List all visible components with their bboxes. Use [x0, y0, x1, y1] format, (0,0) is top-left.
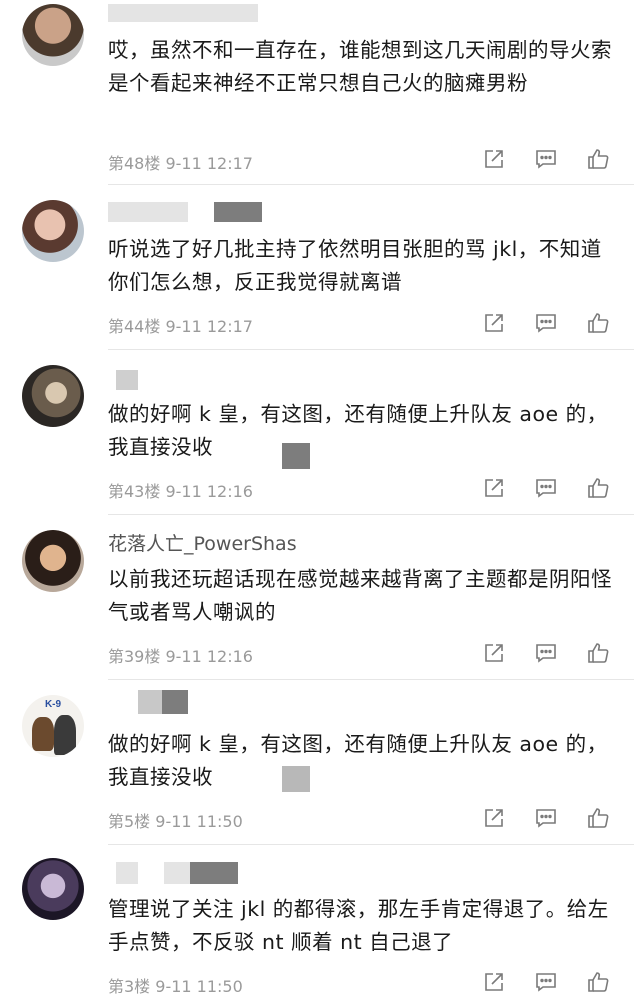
comment-item: 管理说了关注 jkl 的都得滚，那左手肯定得退了。给左手点赞，不反驳 nt 顺着… [0, 0, 634, 1000]
thumbs-up-icon[interactable] [586, 970, 610, 994]
comment-text: 管理说了关注 jkl 的都得滚，那左手肯定得退了。给左手点赞，不反驳 nt 顺着… [108, 897, 609, 954]
avatar[interactable] [22, 858, 84, 920]
username-blur [190, 862, 238, 884]
share-icon[interactable] [482, 970, 506, 994]
username-blur [164, 862, 190, 884]
timestamp: 9-11 11:50 [155, 977, 243, 996]
comment-icon[interactable] [534, 970, 558, 994]
comment-meta: 第3楼 9-11 11:50 [108, 973, 243, 997]
floor-number: 第3楼 [108, 977, 151, 996]
username-blur [116, 862, 138, 884]
